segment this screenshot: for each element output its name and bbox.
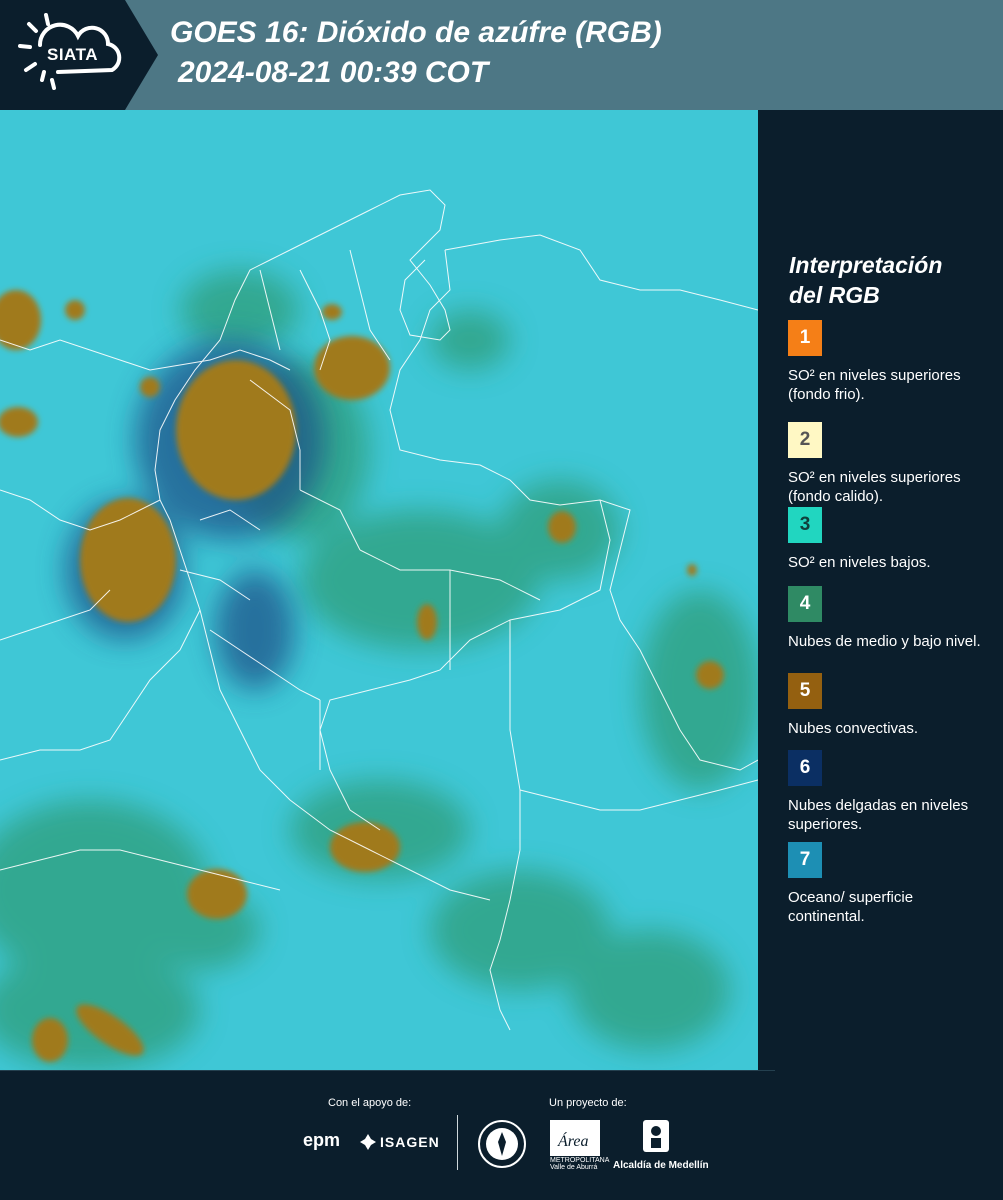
legend-item-7: 7 Oceano/ superficie continental.	[788, 842, 993, 926]
area-metropolitana-text: METROPOLITANA Valle de Aburrá	[550, 1157, 609, 1171]
siata-logo[interactable]: SIATA	[0, 0, 158, 110]
legend-swatch: 6	[788, 750, 822, 786]
medellin-seal-icon[interactable]	[478, 1120, 526, 1168]
legend-swatch: 5	[788, 673, 822, 709]
legend-item-2: 2 SO² en niveles superiores (fondo calido…	[788, 422, 993, 506]
siata-logo-text: SIATA	[47, 45, 98, 64]
legend-title-line1: Interpretación	[789, 252, 943, 278]
isagen-mark-icon	[360, 1134, 376, 1150]
legend-label: SO² en niveles superiores (fondo calido)…	[788, 469, 961, 505]
legend-item-1: 1 SO² en niveles superiores (fondo frio).	[788, 320, 993, 404]
legend-swatch: 1	[788, 320, 822, 356]
page-title: GOES 16: Dióxido de azúfre (RGB)	[170, 16, 662, 49]
legend-swatch: 3	[788, 507, 822, 543]
isagen-logo[interactable]: ISAGEN	[380, 1134, 440, 1150]
legend-label: Nubes convectivas.	[788, 720, 919, 737]
project-label: Un proyecto de:	[549, 1097, 627, 1109]
legend-swatch: 4	[788, 586, 822, 622]
legend-label: SO² en niveles bajos.	[788, 554, 931, 571]
header-bar: SIATA GOES 16: Dióxido de azúfre (RGB) 2…	[0, 0, 1003, 110]
area-logo-script: Área	[557, 1131, 589, 1150]
legend-title: Interpretación del RGB	[789, 250, 999, 310]
legend-label: Oceano/ superficie continental.	[788, 889, 914, 925]
satellite-map-image	[0, 110, 758, 1070]
legend-label: Nubes delgadas en niveles superiores.	[788, 797, 969, 833]
alcaldia-text: Alcaldía de Medellín	[613, 1160, 709, 1171]
legend-swatch: 2	[788, 422, 822, 458]
legend-item-6: 6 Nubes delgadas en niveles superiores.	[788, 750, 993, 834]
legend-title-line2: del RGB	[789, 282, 880, 308]
alcaldia-shield-icon[interactable]	[641, 1118, 671, 1154]
footer: Con el apoyo de: Un proyecto de: epm ISA…	[0, 1070, 1003, 1200]
legend-label: SO² en niveles superiores (fondo frio).	[788, 367, 961, 403]
legend-panel: Interpretación del RGB 1 SO² en niveles s…	[760, 110, 1003, 1070]
legend-item-5: 5 Nubes convectivas.	[788, 673, 993, 738]
footer-divider	[0, 1070, 775, 1071]
epm-logo[interactable]: epm	[303, 1130, 340, 1151]
legend-item-3: 3 SO² en niveles bajos.	[788, 507, 993, 572]
satellite-map[interactable]	[0, 110, 758, 1070]
legend-item-4: 4 Nubes de medio y bajo nivel.	[788, 586, 993, 651]
footer-vertical-divider	[457, 1115, 458, 1170]
page-timestamp: 2024-08-21 00:39 COT	[178, 56, 489, 89]
legend-label: Nubes de medio y bajo nivel.	[788, 633, 981, 650]
support-label: Con el apoyo de:	[328, 1097, 412, 1109]
legend-swatch: 7	[788, 842, 822, 878]
